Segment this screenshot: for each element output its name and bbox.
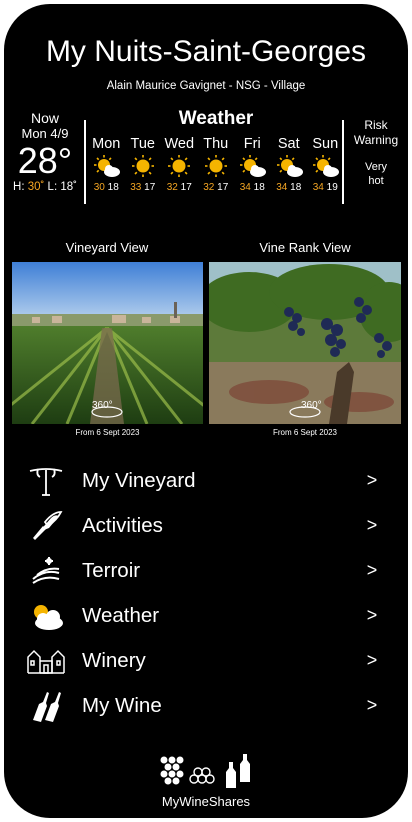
- vine-icon: [26, 461, 66, 501]
- day-name: Thu: [203, 136, 229, 152]
- current-temperature: 28°: [17, 140, 73, 181]
- main-menu: My Vineyard > Activities > Terroir > Wea…: [4, 458, 408, 728]
- chevron-right-icon: >: [366, 650, 378, 670]
- menu-label: Winery: [82, 648, 146, 672]
- high-label: H:: [13, 181, 25, 193]
- sun-icon: [125, 153, 162, 179]
- day-name: Sat: [277, 136, 300, 152]
- day-high: 32: [203, 182, 215, 193]
- forecast-day: Fri 34 18: [234, 136, 271, 195]
- rings-icon: [189, 767, 215, 784]
- day-name: Wed: [164, 136, 195, 152]
- forecast-day: Mon 30 18: [88, 136, 125, 195]
- weather-heading: Weather: [178, 108, 254, 129]
- 360-badge: 360°: [301, 400, 322, 411]
- day-low: 17: [217, 182, 229, 193]
- divider-left: [84, 120, 86, 204]
- vine-rank-view-label: Vine Rank View: [259, 240, 351, 255]
- bottle-glass-icon: [226, 754, 250, 788]
- day-high: 34: [312, 182, 324, 193]
- menu-item-winery[interactable]: Winery >: [4, 638, 408, 683]
- menu-label: Weather: [82, 603, 160, 627]
- day-low: 17: [180, 182, 192, 193]
- sun-icon: [198, 153, 235, 179]
- footer-icons: [4, 752, 408, 793]
- menu-item-activities[interactable]: Activities >: [4, 503, 408, 548]
- vine-rank-caption: From 6 Sept 2023: [272, 428, 338, 437]
- menu-item-my-wine[interactable]: My Wine >: [4, 683, 408, 728]
- day-name: Tue: [130, 136, 155, 152]
- menu-label: My Vineyard: [82, 468, 196, 492]
- page-title: My Nuits-Saint-Georges: [45, 35, 367, 68]
- day-high: 34: [239, 182, 251, 193]
- forecast-day: Thu 32 17: [198, 136, 235, 195]
- forecast-day: Wed 32 17: [161, 136, 198, 195]
- chevron-right-icon: >: [366, 470, 378, 490]
- low-value: 18˚: [60, 181, 77, 193]
- chevron-right-icon: >: [366, 560, 378, 580]
- vineyard-360-photo[interactable]: 360°: [12, 262, 203, 424]
- risk-title-2: Warning: [353, 133, 399, 147]
- day-name: Sun: [312, 136, 339, 152]
- pruning-shears-icon: [26, 506, 66, 546]
- partly-cloudy-icon: [88, 153, 125, 179]
- chevron-right-icon: >: [366, 695, 378, 715]
- risk-value-2: hot: [368, 175, 384, 187]
- menu-item-weather[interactable]: Weather >: [4, 593, 408, 638]
- high-low: H: 30˚ L: 18˚: [8, 181, 82, 193]
- day-low: 17: [144, 182, 156, 193]
- risk-title-1: Risk: [364, 118, 388, 132]
- menu-item-my-vineyard[interactable]: My Vineyard >: [4, 458, 408, 503]
- risk-value-1: Very: [364, 161, 387, 173]
- menu-item-terroir[interactable]: Terroir >: [4, 548, 408, 593]
- day-high: 34: [276, 182, 288, 193]
- chateau-icon: [26, 641, 66, 681]
- current-date: Mon 4/9: [21, 126, 69, 141]
- menu-label: Activities: [82, 513, 163, 537]
- grapes-icon: [160, 756, 184, 785]
- partly-cloudy-icon: [271, 153, 308, 179]
- forecast-day: Sat 34 18: [271, 136, 308, 195]
- menu-label: Terroir: [82, 558, 141, 582]
- cloud-sun-icon: [26, 596, 66, 636]
- vineyard-caption: From 6 Sept 2023: [75, 428, 140, 437]
- risk-warning: Risk Warning Very hot: [344, 118, 408, 188]
- low-label: L:: [47, 181, 58, 193]
- brand-name: MyWineShares: [161, 794, 251, 809]
- phone-screen: My Nuits-Saint-Georges Alain Maurice Gav…: [4, 4, 408, 818]
- forecast-strip[interactable]: Mon 30 18 Tue 33 17 Wed 32 17 Thu 32 17 …: [88, 136, 344, 195]
- day-low: 18: [253, 182, 265, 193]
- partly-cloudy-icon: [307, 153, 344, 179]
- forecast-day: Tue 33 17: [125, 136, 162, 195]
- current-weather: Now Mon 4/9 28° H: 30˚ L: 18˚: [8, 110, 82, 193]
- forecast-day: Sun 34 19: [307, 136, 344, 195]
- now-label: Now: [30, 110, 59, 126]
- day-high: 30: [93, 182, 105, 193]
- day-name: Mon: [92, 136, 121, 152]
- chevron-right-icon: >: [366, 515, 378, 535]
- day-name: Fri: [243, 136, 261, 152]
- terroir-icon: [26, 551, 66, 591]
- day-high: 33: [130, 182, 142, 193]
- sun-icon: [161, 153, 198, 179]
- day-low: 19: [326, 182, 338, 193]
- partly-cloudy-icon: [234, 153, 271, 179]
- owner-subtitle: Alain Maurice Gavignet - NSG - Village: [106, 80, 306, 92]
- day-low: 18: [290, 182, 302, 193]
- day-high: 32: [166, 182, 178, 193]
- wine-bottles-icon: [26, 686, 66, 726]
- menu-label: My Wine: [82, 693, 162, 717]
- day-low: 18: [107, 182, 119, 193]
- vineyard-view-label: Vineyard View: [65, 240, 149, 255]
- chevron-right-icon: >: [366, 605, 378, 625]
- high-value: 30˚: [27, 181, 45, 193]
- vine-rank-360-photo[interactable]: 360°: [209, 262, 401, 424]
- 360-badge: 360°: [92, 400, 113, 411]
